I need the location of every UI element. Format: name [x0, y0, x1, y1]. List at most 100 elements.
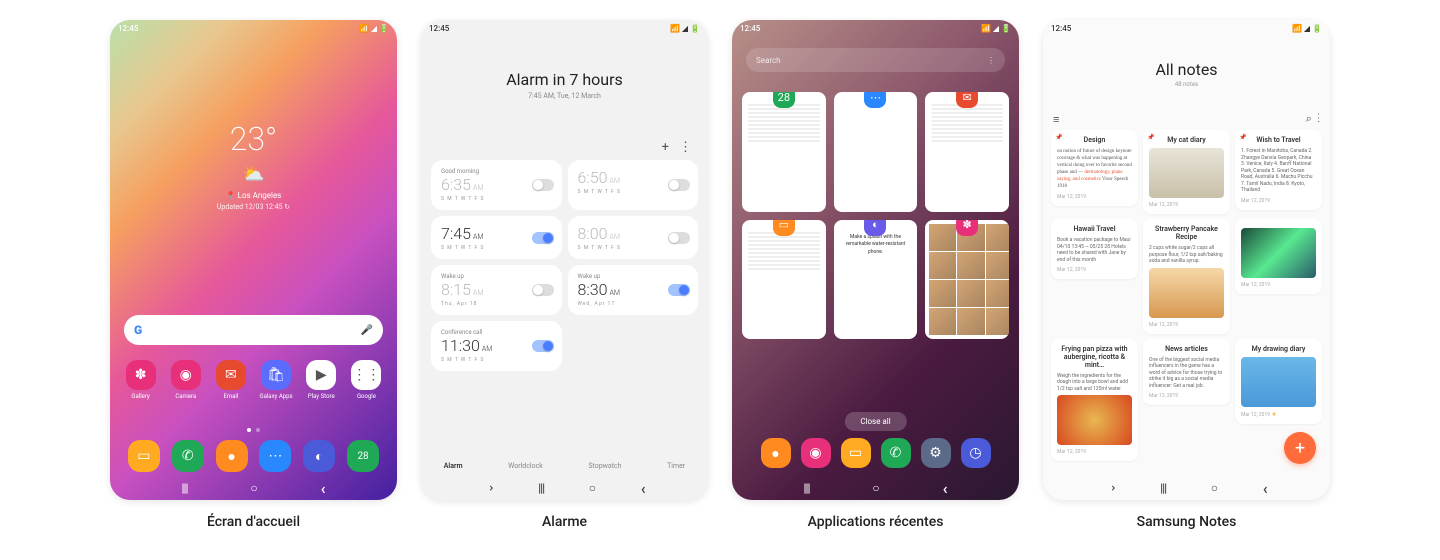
recent-app-card[interactable]: ⋯: [834, 92, 918, 212]
dock-app[interactable]: ●: [761, 438, 791, 468]
status-time: 12:45: [118, 24, 138, 33]
nav-recents-button[interactable]: [538, 481, 544, 495]
recent-app-card[interactable]: ✉: [925, 92, 1009, 212]
note-card[interactable]: Hawaii TravelBook a vacation package to …: [1051, 219, 1138, 279]
nav-recents-button[interactable]: [803, 481, 809, 495]
recent-app-card[interactable]: ✽: [925, 220, 1009, 340]
nav-back-button[interactable]: [321, 479, 326, 498]
nav-back-button[interactable]: [1263, 479, 1268, 498]
nav-home-button[interactable]: [589, 481, 596, 495]
dock-app[interactable]: ◷: [961, 438, 991, 468]
menu-icon[interactable]: ≡: [1053, 113, 1059, 126]
alarm-toggle[interactable]: [532, 179, 554, 191]
nav-recents-button[interactable]: [181, 481, 187, 495]
nav-back-button[interactable]: [641, 479, 646, 498]
dock-app[interactable]: 28: [341, 440, 385, 472]
app-galaxy apps[interactable]: 🛍 Galaxy Apps: [256, 360, 297, 400]
google-search-bar[interactable]: G 🎤: [124, 315, 383, 345]
nav-expand-button[interactable]: ⌃: [481, 483, 495, 493]
alarm-toggle[interactable]: [532, 232, 554, 244]
dock-app[interactable]: ◐: [297, 440, 341, 472]
alarm-toggle[interactable]: [668, 179, 690, 191]
dock-app[interactable]: ●: [210, 440, 254, 472]
alarm-card[interactable]: Wake up 8:15AM Thu, Apr 18: [431, 265, 562, 315]
alarm-card[interactable]: 6:50AM S M T W T F S: [568, 160, 699, 210]
dock-app[interactable]: ▭: [122, 440, 166, 472]
alarm-toggle[interactable]: [532, 340, 554, 352]
dock-app[interactable]: ⚙: [921, 438, 951, 468]
note-card[interactable]: News articlesOne of the biggest social m…: [1143, 339, 1230, 406]
weather-location: 📍 Los Angeles: [226, 191, 282, 200]
nav-home-button[interactable]: [250, 481, 257, 495]
app-camera[interactable]: ◉ Camera: [165, 360, 206, 400]
alarm-toggle[interactable]: [668, 284, 690, 296]
page-indicator[interactable]: [110, 428, 397, 432]
app-icon: ✽: [126, 360, 156, 390]
recent-app-card[interactable]: ▭: [742, 220, 826, 340]
nav-home-button[interactable]: [1211, 481, 1218, 495]
tab-worldclock[interactable]: Worldclock: [508, 462, 543, 470]
recents-search-bar[interactable]: Search ⋮: [746, 48, 1005, 72]
tab-alarm[interactable]: Alarm: [444, 462, 463, 470]
nav-recents-button[interactable]: [1160, 481, 1166, 495]
note-card[interactable]: My drawing diaryMar 12, 2019 ★: [1235, 339, 1322, 424]
alarm-card[interactable]: Conference call 11:30AM S M T W T F S: [431, 321, 562, 371]
alarm-toggle[interactable]: [668, 232, 690, 244]
note-date: Mar 12, 2019 ★: [1241, 411, 1316, 418]
dock-app[interactable]: ✆: [881, 438, 911, 468]
note-card[interactable]: 📌My cat diaryMar 12, 2019: [1143, 130, 1230, 214]
app-google[interactable]: ⋮⋮ Google: [346, 360, 387, 400]
app-icon: ✉: [216, 360, 246, 390]
app-gallery[interactable]: ✽ Gallery: [120, 360, 161, 400]
status-bar: 12:45 📶 ◢ 🔋: [421, 20, 708, 36]
search-placeholder: Search: [756, 56, 781, 65]
recent-app-card[interactable]: ◐ Make a splash with the remarkable wate…: [834, 220, 918, 340]
app-play store[interactable]: ▶ Play Store: [301, 360, 342, 400]
tab-timer[interactable]: Timer: [667, 462, 685, 470]
alarm-days: Wed, Apr 17: [578, 301, 689, 307]
dock-app[interactable]: ◉: [801, 438, 831, 468]
recent-app-card[interactable]: 28: [742, 92, 826, 212]
note-card[interactable]: 📌Designon notion of future of design key…: [1051, 130, 1138, 206]
recents-screen: 12:45 📶 ◢ 🔋 Search ⋮ 28 ⋯ ✉ ▭ ◐ Make a s…: [732, 20, 1019, 500]
alarm-card[interactable]: Good morning 6:35AM S M T W T F S: [431, 160, 562, 210]
app-icon: ◐: [303, 440, 335, 472]
note-date: Mar 12, 2019: [1241, 282, 1316, 288]
pin-icon: 📌: [1055, 134, 1062, 141]
nav-home-button[interactable]: [872, 481, 879, 495]
dock-app[interactable]: ✆: [166, 440, 210, 472]
alarm-card[interactable]: 8:00AM S M T W T F S: [568, 216, 699, 259]
more-icon[interactable]: ⋮: [1317, 112, 1320, 125]
status-time: 12:45: [1051, 24, 1071, 33]
weather-updated: Updated 12/03 12:45 ↻: [217, 203, 290, 211]
status-bar: 12:45 📶 ◢ 🔋: [110, 20, 397, 36]
tab-stopwatch[interactable]: Stopwatch: [588, 462, 621, 470]
note-card[interactable]: Strawberry Pancake Recipe2 cups white su…: [1143, 219, 1230, 334]
alarm-card[interactable]: 7:45AM S M T W T F S: [431, 216, 562, 259]
close-all-button[interactable]: Close all: [844, 412, 906, 431]
note-card[interactable]: Mar 12, 2019: [1235, 219, 1322, 294]
more-icon[interactable]: ⋮: [987, 56, 995, 65]
add-note-fab[interactable]: +: [1284, 432, 1316, 464]
alarm-toggle[interactable]: [532, 284, 554, 296]
more-button[interactable]: ⋮: [679, 140, 692, 155]
add-alarm-button[interactable]: +: [662, 140, 669, 155]
note-card[interactable]: 📌Wish to Travel1. Forest in Manitoba, Ca…: [1235, 130, 1322, 210]
weather-widget[interactable]: 23° ⛅ 📍 Los Angeles Updated 12/03 12:45 …: [110, 120, 397, 211]
note-title: News articles: [1149, 345, 1224, 353]
nav-bar: ⌃: [421, 476, 708, 500]
alarm-days: S M T W T F S: [578, 245, 689, 251]
app-email[interactable]: ✉ Email: [210, 360, 251, 400]
note-body: 2 cups white sugar/2 cups all purpose fl…: [1149, 245, 1224, 265]
note-card[interactable]: Frying pan pizza with aubergine, ricotta…: [1051, 339, 1138, 462]
note-title: Hawaii Travel: [1057, 225, 1132, 233]
search-icon[interactable]: ⌕: [1306, 112, 1312, 125]
nav-expand-button[interactable]: ⌃: [1103, 483, 1117, 493]
app-icon: ✆: [172, 440, 204, 472]
mic-icon[interactable]: 🎤: [361, 325, 373, 336]
dock-app[interactable]: ⋯: [253, 440, 297, 472]
app-icon: ▭: [128, 440, 160, 472]
nav-back-button[interactable]: [943, 479, 948, 498]
alarm-card[interactable]: Wake up 8:30AM Wed, Apr 17: [568, 265, 699, 315]
dock-app[interactable]: ▭: [841, 438, 871, 468]
